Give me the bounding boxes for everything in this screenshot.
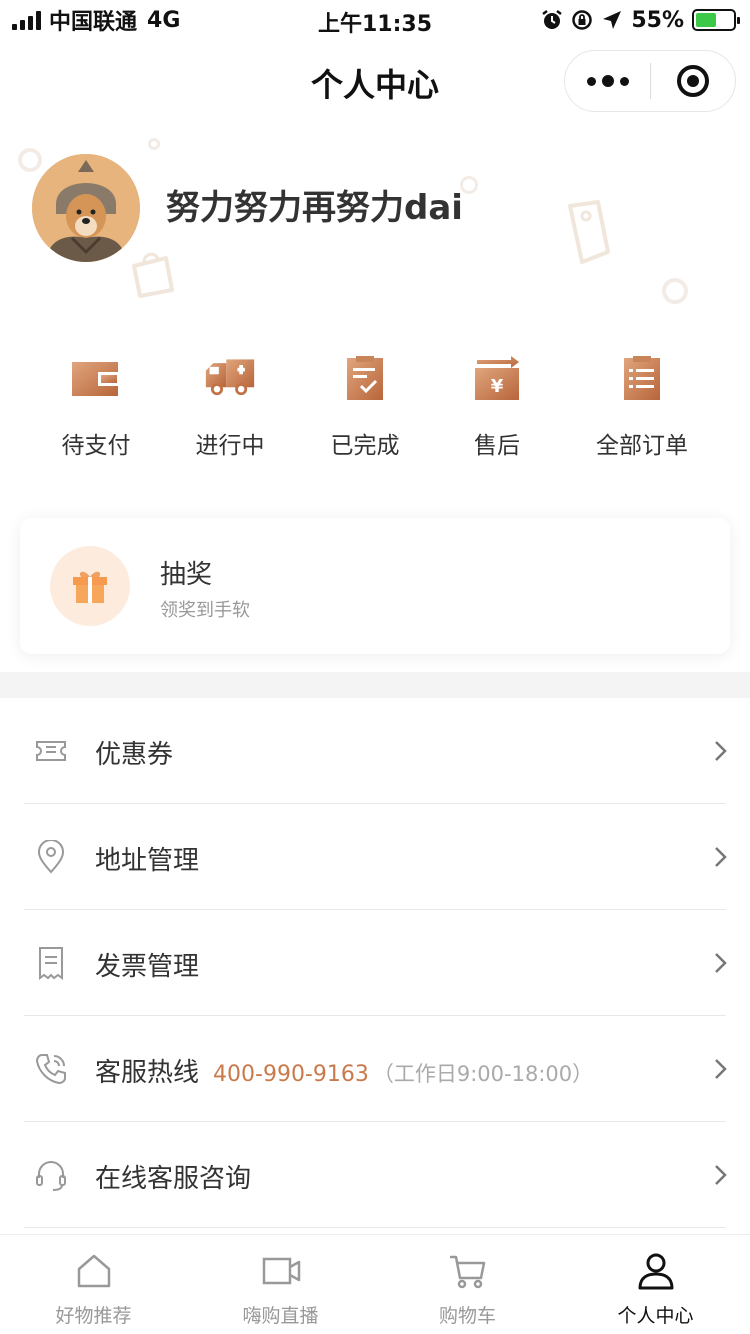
battery-icon [692,9,740,31]
order-label: 待支付 [61,433,131,459]
username[interactable]: 努力努力再努力dai [166,180,463,229]
menu-item-label: 在线客服咨询 [95,1164,252,1194]
shopping-bag-decor-icon [132,252,174,298]
price-tag-decor-icon [568,200,610,264]
order-label: 全部订单 [596,433,688,459]
tab-label: 个人中心 [617,1305,694,1327]
menu-item-hotline[interactable]: 客服热线 400-990-9163 （工作日9:00-18:00） [0,1016,750,1122]
lottery-subtitle: 领奖到手软 [160,600,250,621]
gift-icon-bg [50,546,130,626]
menu-item-label: 地址管理 [95,846,200,876]
chevron-right-icon [715,1165,727,1185]
chevron-right-icon [715,741,727,761]
clipboard-list-icon [624,356,660,400]
order-completed[interactable]: 已完成 [290,346,440,466]
cart-icon [449,1255,485,1289]
video-camera-icon [262,1257,300,1285]
lottery-card[interactable]: 抽奖 领奖到手软 [20,518,730,654]
yen-box-icon: ¥ [475,356,519,400]
headset-icon [36,1161,66,1191]
menu-item-label: 发票管理 [95,952,200,982]
order-label: 售后 [474,433,520,459]
order-after-sales[interactable]: ¥ 售后 [422,346,572,466]
menu-item-label: 优惠券 [95,740,174,770]
chevron-right-icon [715,847,727,867]
order-shortcuts: 待支付 进行中 已完成 ¥ 售后 全部订单 [0,346,750,466]
menu-item-coupons[interactable]: 优惠券 [0,698,750,804]
hotline-label: 客服热线 [95,1058,200,1088]
close-target-icon[interactable] [651,50,735,112]
order-all[interactable]: 全部订单 [567,346,717,466]
chevron-right-icon [715,953,727,973]
status-right: 55% [541,6,740,34]
decor-circle [662,278,688,304]
gift-icon [73,571,107,603]
menu-item-label: 客服热线 400-990-9163 （工作日9:00-18:00） [95,1052,593,1089]
order-pending-payment[interactable]: 待支付 [21,346,171,466]
invoice-icon [39,947,63,980]
hotline-number[interactable]: 400-990-9163 [213,1062,369,1087]
status-bar: 中国联通 4G 上午11:35 55% [0,0,750,40]
mini-program-capsule [564,50,736,112]
order-label: 已完成 [330,433,400,459]
person-icon [638,1253,673,1290]
tab-label: 购物车 [438,1305,496,1327]
settings-menu: 优惠券 地址管理 发票管理 客服热线 400-990-9163 （工作日9:00-1… [0,698,750,1228]
tab-label: 嗨购直播 [242,1305,319,1327]
decor-circle [18,148,42,172]
tab-profile[interactable]: 个人中心 [562,1235,749,1334]
rotation-lock-icon [571,9,593,31]
tab-live[interactable]: 嗨购直播 [187,1235,374,1334]
decor-circle [148,138,160,150]
tab-label: 好物推荐 [55,1305,132,1327]
menu-item-address[interactable]: 地址管理 [0,804,750,910]
tab-bar: 好物推荐 嗨购直播 购物车 个人中心 [0,1234,750,1334]
profile-header: 努力努力再努力dai [0,120,750,320]
battery-level [696,13,716,27]
wallet-icon [72,362,120,396]
avatar[interactable] [32,154,140,262]
svg-text:¥: ¥ [491,376,504,397]
menu-item-invoice[interactable]: 发票管理 [0,910,750,1016]
clipboard-check-icon [347,356,383,400]
location-pin-icon [37,840,65,874]
more-dots-icon[interactable] [565,50,650,112]
location-arrow-icon [601,9,623,31]
delivery-truck-icon [205,359,255,396]
alarm-icon [541,9,563,31]
tab-recommend[interactable]: 好物推荐 [0,1235,187,1334]
coupon-icon [36,741,66,761]
menu-item-online-support[interactable]: 在线客服咨询 [0,1122,750,1228]
hotline-hours: （工作日9:00-18:00） [372,1062,594,1086]
tab-cart[interactable]: 购物车 [374,1235,561,1334]
section-divider [0,672,750,698]
battery-percent: 55% [631,7,684,33]
order-label: 进行中 [195,433,265,459]
chevron-right-icon [715,1059,727,1079]
phone-icon [35,1054,66,1085]
nav-bar: 个人中心 [0,40,750,120]
order-in-progress[interactable]: 进行中 [155,346,305,466]
home-icon [77,1254,110,1288]
lottery-title: 抽奖 [160,560,213,590]
